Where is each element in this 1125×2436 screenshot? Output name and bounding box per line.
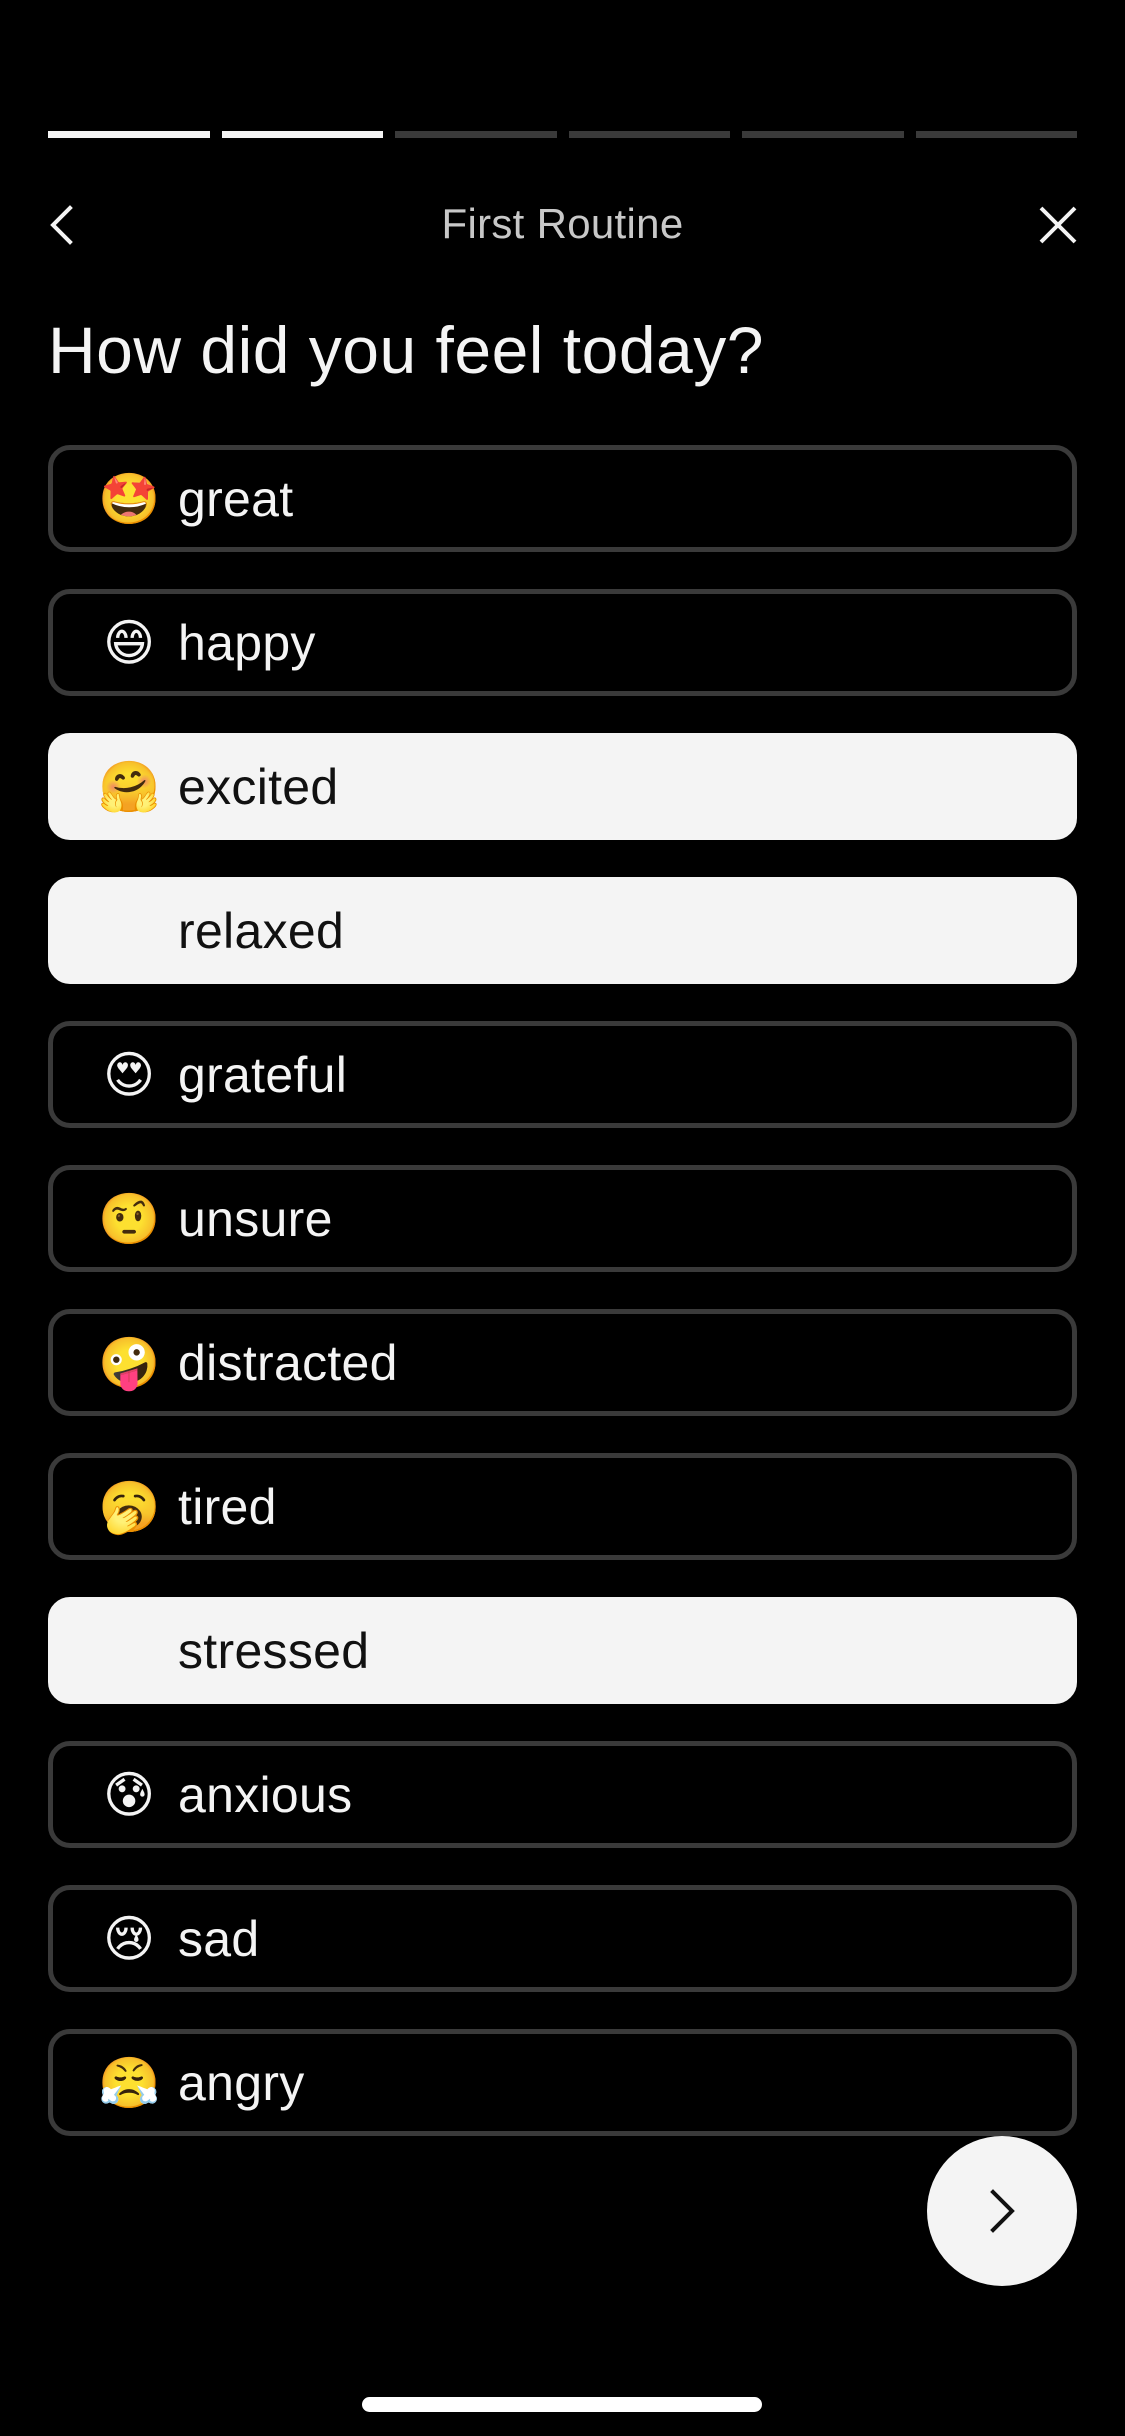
star-struck-emoji-icon: 🤩 bbox=[98, 470, 161, 527]
mood-option-anxious[interactable]: 😰 anxious bbox=[48, 1741, 1077, 1848]
chevron-right-icon bbox=[990, 2189, 1015, 2233]
relieved-emoji-icon: 😌 bbox=[102, 902, 156, 959]
home-indicator[interactable] bbox=[362, 2397, 762, 2412]
mood-option-angry[interactable]: 😤 angry bbox=[48, 2029, 1077, 2136]
progress-segment-3 bbox=[395, 131, 557, 138]
mood-option-label: unsure bbox=[178, 1190, 333, 1247]
close-icon bbox=[1039, 206, 1077, 244]
mood-option-stressed[interactable]: 😣 stressed bbox=[48, 1597, 1077, 1704]
grinning-emoji-icon: 😄 bbox=[102, 614, 156, 671]
mood-option-grateful[interactable]: 😍 grateful bbox=[48, 1021, 1077, 1128]
mood-option-label: tired bbox=[178, 1478, 277, 1535]
persevering-emoji-icon: 😣 bbox=[102, 1622, 156, 1679]
mood-options-list: 🤩 great 😄 happy 🤗 excited 😌 relaxed 😍 gr… bbox=[48, 445, 1077, 2173]
mood-option-unsure[interactable]: 🤨 unsure bbox=[48, 1165, 1077, 1272]
question-heading: How did you feel today? bbox=[48, 313, 764, 387]
anxious-sweat-emoji-icon: 😰 bbox=[102, 1766, 156, 1823]
mood-option-distracted[interactable]: 🤪 distracted bbox=[48, 1309, 1077, 1416]
mood-option-label: angry bbox=[178, 2054, 305, 2111]
close-button[interactable] bbox=[1030, 198, 1086, 252]
mood-option-label: sad bbox=[178, 1910, 260, 1967]
mood-option-label: anxious bbox=[178, 1766, 353, 1823]
mood-option-great[interactable]: 🤩 great bbox=[48, 445, 1077, 552]
nav-bar: First Routine bbox=[0, 190, 1125, 260]
mood-option-label: happy bbox=[178, 614, 316, 671]
progress-segment-5 bbox=[742, 131, 904, 138]
yawning-emoji-icon: 🥱 bbox=[98, 1478, 161, 1535]
steam-nose-emoji-icon: 😤 bbox=[98, 2054, 161, 2111]
mood-option-label: relaxed bbox=[178, 902, 345, 959]
raised-eyebrow-emoji-icon: 🤨 bbox=[98, 1190, 161, 1247]
mood-option-tired[interactable]: 🥱 tired bbox=[48, 1453, 1077, 1560]
mood-option-label: stressed bbox=[178, 1622, 370, 1679]
mood-option-relaxed[interactable]: 😌 relaxed bbox=[48, 877, 1077, 984]
mood-option-happy[interactable]: 😄 happy bbox=[48, 589, 1077, 696]
mood-option-sad[interactable]: 😢 sad bbox=[48, 1885, 1077, 1992]
zany-face-emoji-icon: 🤪 bbox=[98, 1334, 161, 1391]
nav-title: First Routine bbox=[441, 200, 684, 247]
mood-option-label: great bbox=[178, 470, 294, 527]
progress-segment-6 bbox=[915, 131, 1077, 138]
hugging-emoji-icon: 🤗 bbox=[98, 758, 161, 815]
mood-option-label: grateful bbox=[178, 1046, 348, 1103]
next-button[interactable] bbox=[927, 2136, 1077, 2286]
mood-option-excited[interactable]: 🤗 excited bbox=[48, 733, 1077, 840]
progress-segment-4 bbox=[568, 131, 730, 138]
mood-option-label: distracted bbox=[178, 1334, 398, 1391]
progress-bar bbox=[48, 131, 1077, 138]
crying-emoji-icon: 😢 bbox=[102, 1910, 156, 1967]
progress-segment-2 bbox=[221, 131, 383, 138]
heart-eyes-emoji-icon: 😍 bbox=[102, 1046, 156, 1103]
mood-option-label: excited bbox=[178, 758, 339, 815]
progress-segment-1 bbox=[48, 131, 210, 138]
